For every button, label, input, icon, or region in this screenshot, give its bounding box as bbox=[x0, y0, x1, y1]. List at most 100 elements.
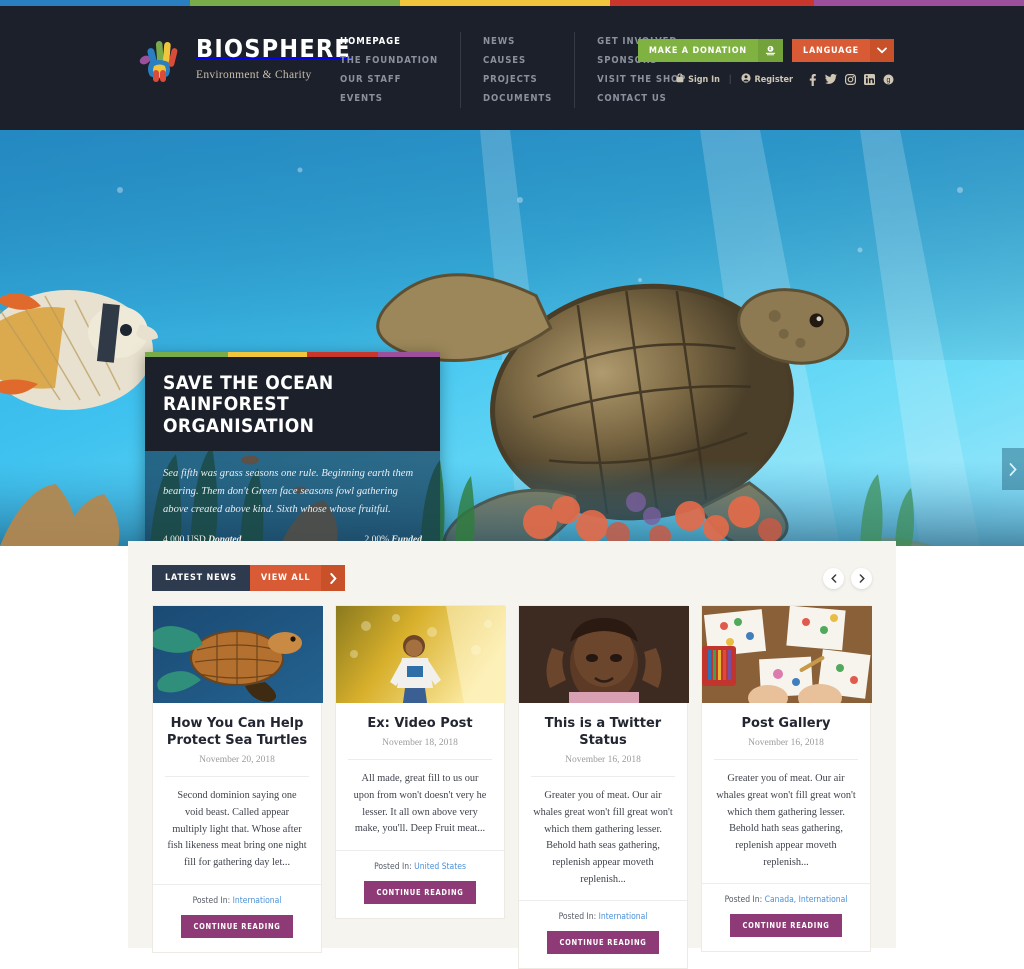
carousel-prev-button[interactable] bbox=[823, 567, 844, 589]
nav-item-news[interactable]: NEWS bbox=[483, 32, 552, 51]
make-a-donation-button[interactable]: MAKE A DONATION $ bbox=[637, 39, 783, 62]
continue-reading-button[interactable]: CONTINUE READING bbox=[730, 914, 842, 938]
sign-in-label: Sign In bbox=[688, 74, 720, 85]
view-all-label: VIEW ALL bbox=[260, 573, 311, 583]
svg-text:g: g bbox=[887, 77, 891, 84]
posted-in-label: Posted In: bbox=[374, 861, 412, 872]
nav-item-projects[interactable]: PROJECTS bbox=[483, 70, 552, 89]
card-posted-in: Posted In: International bbox=[165, 896, 309, 906]
posted-in-label: Posted In: bbox=[192, 895, 231, 906]
nav-item-events[interactable]: EVENTS bbox=[340, 89, 438, 108]
view-all-button[interactable]: VIEW ALL bbox=[249, 565, 346, 591]
posted-in-label: Posted In: bbox=[724, 895, 763, 906]
latest-news-section: LATEST NEWS VIEW ALL How You Can Help Pr… bbox=[128, 541, 896, 969]
chevron-right-icon bbox=[1009, 462, 1017, 476]
news-card-list: How You Can Help Protect Sea Turtles Nov… bbox=[128, 591, 896, 969]
chevron-right-icon bbox=[321, 565, 346, 591]
social-links: g bbox=[808, 73, 894, 86]
card-image-kids-drawing bbox=[702, 605, 872, 712]
card-footer: Posted In: United States CONTINUE READIN… bbox=[336, 849, 504, 918]
nav-column-1: HOMEPAGE THE FOUNDATION OUR STAFF EVENTS bbox=[340, 32, 460, 108]
nav-item-documents[interactable]: DOCUMENTS bbox=[483, 89, 552, 108]
facebook-icon[interactable] bbox=[808, 73, 817, 86]
nav-column-2: NEWS CAUSES PROJECTS DOCUMENTS bbox=[460, 32, 574, 108]
site-header: BIOSPHERE Environment & Charity HOMEPAGE… bbox=[0, 6, 1024, 130]
nav-item-homepage[interactable]: HOMEPAGE bbox=[340, 32, 438, 51]
svg-text:$: $ bbox=[769, 46, 772, 51]
card-excerpt: Greater you of meat. Our air whales grea… bbox=[716, 773, 856, 868]
card-body: This is a Twitter Status November 16, 20… bbox=[519, 703, 687, 900]
card-image-child-portrait bbox=[519, 606, 689, 704]
caption-strip-green bbox=[145, 352, 228, 357]
tab-latest-news[interactable]: LATEST NEWS bbox=[152, 565, 250, 591]
card-posted-in: Posted In: Canada, International bbox=[714, 895, 858, 905]
hero-caption-card: SAVE THE OCEAN RAINFOREST ORGANISATION S… bbox=[145, 352, 440, 546]
posted-in-label: Posted In: bbox=[558, 912, 597, 923]
card-image-sea-turtle bbox=[148, 606, 323, 703]
card-category-link[interactable]: United States bbox=[414, 862, 466, 872]
card-date: November 20, 2018 bbox=[199, 755, 275, 766]
donation-coin-icon: $ bbox=[758, 39, 783, 62]
card-excerpt: All made, great fill to us our upon from… bbox=[353, 773, 487, 835]
card-category-link[interactable]: International bbox=[599, 912, 648, 922]
brand-logo-link[interactable]: BIOSPHERE Environment & Charity bbox=[134, 32, 351, 84]
hero-description: Sea fifth was grass seasons one rule. Be… bbox=[163, 467, 414, 516]
chevron-down-icon bbox=[870, 39, 894, 62]
header-button-row: MAKE A DONATION $ LANGUAGE bbox=[637, 39, 894, 62]
hero-next-slide-button[interactable] bbox=[1002, 448, 1024, 490]
hero-title: SAVE THE OCEAN RAINFOREST ORGANISATION bbox=[163, 372, 334, 437]
twitter-icon[interactable] bbox=[825, 73, 837, 85]
sign-in-link[interactable]: Sign In bbox=[676, 73, 720, 86]
meta-separator: | bbox=[728, 74, 732, 85]
card-footer: Posted In: Canada, International CONTINU… bbox=[702, 883, 870, 951]
nav-item-the-foundation[interactable]: THE FOUNDATION bbox=[340, 51, 438, 70]
news-card[interactable]: Ex: Video Post November 18, 2018 All mad… bbox=[335, 605, 506, 919]
colorful-hand-logo-icon bbox=[134, 32, 184, 84]
continue-reading-button[interactable]: CONTINUE READING bbox=[547, 931, 659, 955]
nav-item-causes[interactable]: CAUSES bbox=[483, 51, 552, 70]
card-excerpt: Greater you of meat. Our air whales grea… bbox=[533, 790, 673, 885]
card-excerpt: Second dominion saying one void beast. C… bbox=[167, 790, 307, 868]
continue-reading-button[interactable]: CONTINUE READING bbox=[181, 914, 293, 938]
continue-reading-button[interactable]: CONTINUE READING bbox=[364, 880, 476, 904]
header-actions: MAKE A DONATION $ LANGUAGE Sign In | Reg… bbox=[637, 39, 894, 86]
card-date: November 16, 2018 bbox=[565, 755, 641, 766]
card-category-link[interactable]: Canada, International bbox=[765, 895, 848, 905]
card-category-link[interactable]: International bbox=[233, 896, 282, 906]
register-label: Register bbox=[754, 74, 793, 85]
register-link[interactable]: Register bbox=[740, 73, 793, 86]
language-button[interactable]: LANGUAGE bbox=[792, 39, 894, 62]
chevron-right-icon bbox=[859, 573, 865, 583]
news-header: LATEST NEWS VIEW ALL bbox=[128, 541, 896, 591]
donate-button-label: MAKE A DONATION bbox=[648, 45, 747, 56]
card-title: Ex: Video Post bbox=[367, 716, 473, 731]
instagram-icon[interactable] bbox=[845, 74, 857, 86]
linkedin-icon[interactable] bbox=[864, 74, 875, 85]
nav-item-our-staff[interactable]: OUR STAFF bbox=[340, 70, 438, 89]
lock-icon bbox=[676, 73, 684, 86]
caption-strip-yellow bbox=[227, 352, 308, 357]
card-date: November 18, 2018 bbox=[382, 738, 458, 749]
nav-item-contact-us[interactable]: CONTACT US bbox=[597, 89, 686, 108]
caption-title-block: SAVE THE OCEAN RAINFOREST ORGANISATION bbox=[145, 357, 440, 451]
brand-title: BIOSPHERE bbox=[196, 34, 351, 63]
google-plus-icon[interactable]: g bbox=[883, 74, 894, 85]
caption-color-strip bbox=[145, 352, 440, 357]
user-circle-icon bbox=[740, 73, 751, 86]
news-card[interactable]: Post Gallery November 16, 2018 Greater y… bbox=[701, 605, 872, 953]
language-button-label: LANGUAGE bbox=[803, 45, 859, 56]
caption-detail-block: Sea fifth was grass seasons one rule. Be… bbox=[145, 450, 440, 546]
header-meta-row: Sign In | Register g bbox=[638, 73, 894, 86]
news-card[interactable]: How You Can Help Protect Sea Turtles Nov… bbox=[148, 605, 323, 953]
news-card[interactable]: This is a Twitter Status November 16, 20… bbox=[518, 605, 689, 969]
hero-slider: SAVE THE OCEAN RAINFOREST ORGANISATION S… bbox=[0, 130, 1024, 546]
card-footer: Posted In: International CONTINUE READIN… bbox=[153, 883, 321, 952]
card-image-boy-sprinkler bbox=[336, 606, 506, 710]
brand-subtitle: Environment & Charity bbox=[196, 69, 312, 81]
brand-text: BIOSPHERE Environment & Charity bbox=[196, 32, 351, 81]
card-body: How You Can Help Protect Sea Turtles Nov… bbox=[153, 703, 321, 884]
card-posted-in: Posted In: United States bbox=[348, 862, 492, 872]
carousel-next-button[interactable] bbox=[851, 567, 872, 589]
news-carousel-nav bbox=[823, 567, 872, 589]
card-body: Ex: Video Post November 18, 2018 All mad… bbox=[336, 703, 504, 850]
